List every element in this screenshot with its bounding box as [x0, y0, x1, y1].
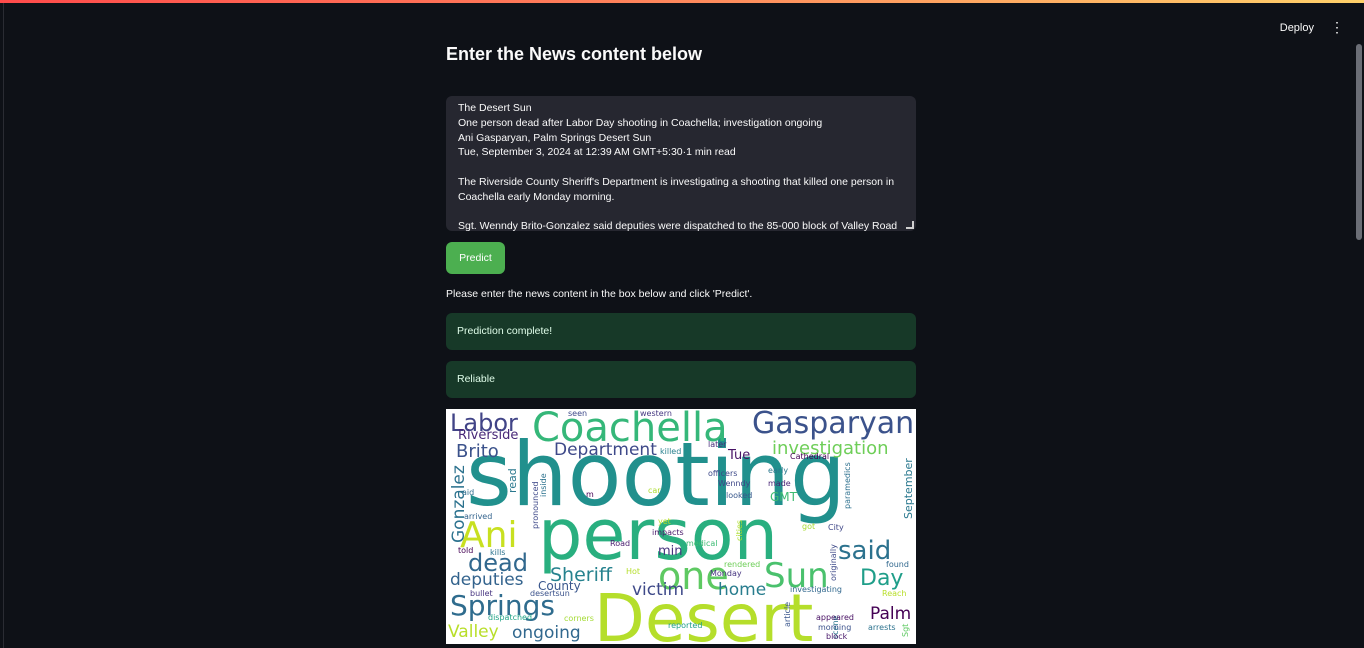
word-cloud-word: read	[506, 468, 519, 493]
word-cloud-word: victim	[632, 580, 684, 600]
word-cloud-word: killed	[660, 447, 681, 456]
word-cloud-word: Gonzalez	[449, 465, 469, 543]
word-cloud-word: m	[586, 490, 594, 499]
word-cloud-word: reported	[668, 621, 702, 630]
word-cloud-word: Road	[610, 539, 630, 548]
textarea-line: Ani Gasparyan, Palm Springs Desert Sun	[458, 131, 652, 144]
word-cloud-word: investigating	[790, 585, 842, 594]
word-cloud-word: Valley	[448, 622, 499, 642]
word-cloud-word: yet	[658, 517, 671, 526]
word-cloud-word: found	[886, 560, 909, 569]
word-cloud-word: morning	[818, 623, 851, 632]
word-cloud-word: Monday	[710, 569, 742, 578]
word-cloud-word: got	[802, 522, 815, 531]
word-cloud-word: rendered	[724, 560, 760, 569]
word-cloud-word: City	[828, 523, 844, 532]
success-alert: Prediction complete!	[446, 313, 916, 350]
kebab-menu-icon[interactable]: ⋮	[1330, 19, 1344, 35]
page-title: Enter the News content below	[446, 44, 703, 64]
word-cloud-word: arrests	[868, 623, 896, 632]
word-cloud-word: September	[902, 458, 915, 519]
word-cloud-word: officers	[708, 469, 737, 478]
result-alert: Reliable	[446, 361, 916, 398]
word-cloud-word: medical	[686, 539, 718, 548]
word-cloud-image: shooting person Desert Coachella Gasparyan La…	[446, 409, 916, 644]
word-cloud-word: kills	[490, 548, 505, 557]
word-cloud-word: appeared	[816, 613, 854, 622]
word-cloud-word: Brito	[456, 441, 499, 462]
word-cloud-word: block	[826, 632, 848, 641]
word-cloud-word: inside	[539, 473, 548, 497]
textarea-line: Sgt. Wenndy Brito-Gonzalez said deputies…	[458, 220, 898, 231]
textarea-line: The Riverside County Sheriff's Departmen…	[458, 175, 895, 188]
word-cloud-word: seen	[568, 409, 587, 418]
word-cloud-word: desertsun	[530, 589, 570, 598]
word-cloud-word: Department	[554, 440, 657, 460]
word-cloud-word: home	[718, 580, 766, 600]
word-cloud-word: originally	[829, 544, 838, 581]
news-textarea[interactable]: The Desert Sun One person dead after Labo…	[446, 96, 916, 231]
word-cloud-word: Hot	[626, 567, 640, 576]
word-cloud-word: Riverside	[458, 428, 518, 443]
word-cloud-word: later	[708, 440, 727, 449]
word-cloud-word: Gasparyan	[752, 409, 914, 441]
textarea-line: Tue, September 3, 2024 at 12:39 AM GMT+5…	[458, 146, 736, 159]
scrollbar[interactable]	[1356, 44, 1362, 648]
word-cloud-word: Day	[860, 566, 903, 591]
word-cloud-word: Tue	[727, 448, 750, 463]
success-alert-text: Prediction complete!	[457, 325, 553, 337]
textarea-line: One person dead after Labor Day shooting…	[458, 116, 823, 129]
word-cloud-word: cities	[735, 520, 744, 541]
word-cloud-word: Palm	[870, 604, 911, 624]
word-cloud-word: said	[838, 536, 891, 566]
word-cloud-word: western	[640, 409, 672, 418]
word-cloud-word: aid	[462, 488, 474, 497]
textarea-line	[458, 160, 904, 175]
instruction-text: Please enter the news content in the box…	[446, 288, 753, 300]
word-cloud-word: Sgt	[901, 624, 910, 637]
result-alert-text: Reliable	[457, 373, 495, 385]
word-cloud-word: car	[648, 486, 661, 495]
word-cloud-word: early	[768, 466, 788, 475]
scrollbar-thumb[interactable]	[1356, 44, 1362, 240]
word-cloud-word: looked	[726, 491, 752, 500]
word-cloud-word: article	[783, 602, 792, 627]
word-cloud-word: deputies	[450, 570, 524, 590]
textarea-line: Coachella early Monday morning.	[458, 190, 615, 203]
word-cloud-word: bullet	[470, 589, 493, 598]
word-cloud-word: corners	[564, 614, 594, 623]
word-cloud-word: arrived	[464, 512, 492, 521]
word-cloud-word: Cathedral	[790, 452, 829, 461]
word-cloud-word: GMT	[770, 490, 798, 504]
word-cloud-word: ongoing	[512, 623, 581, 643]
word-cloud-word: told	[458, 546, 473, 555]
resize-handle-icon[interactable]	[906, 221, 914, 229]
predict-button[interactable]: Predict	[446, 242, 505, 274]
word-cloud-word: min	[658, 544, 683, 559]
word-cloud-svg: shootingpersonDesertCoachella GasparyanLa…	[448, 409, 915, 644]
word-cloud-word: Reach	[882, 589, 907, 598]
word-cloud-word: Wenndy	[718, 479, 751, 488]
deploy-button[interactable]: Deploy	[1276, 20, 1318, 36]
word-cloud-word: dispatched	[488, 613, 532, 622]
news-textarea-content[interactable]: The Desert Sun One person dead after Labo…	[458, 101, 904, 231]
word-cloud-word: paramedics	[843, 462, 852, 509]
word-cloud-word: impacts	[652, 528, 684, 537]
word-cloud-word: made	[768, 479, 791, 488]
textarea-line	[458, 205, 904, 220]
textarea-line: The Desert Sun	[458, 102, 532, 114]
